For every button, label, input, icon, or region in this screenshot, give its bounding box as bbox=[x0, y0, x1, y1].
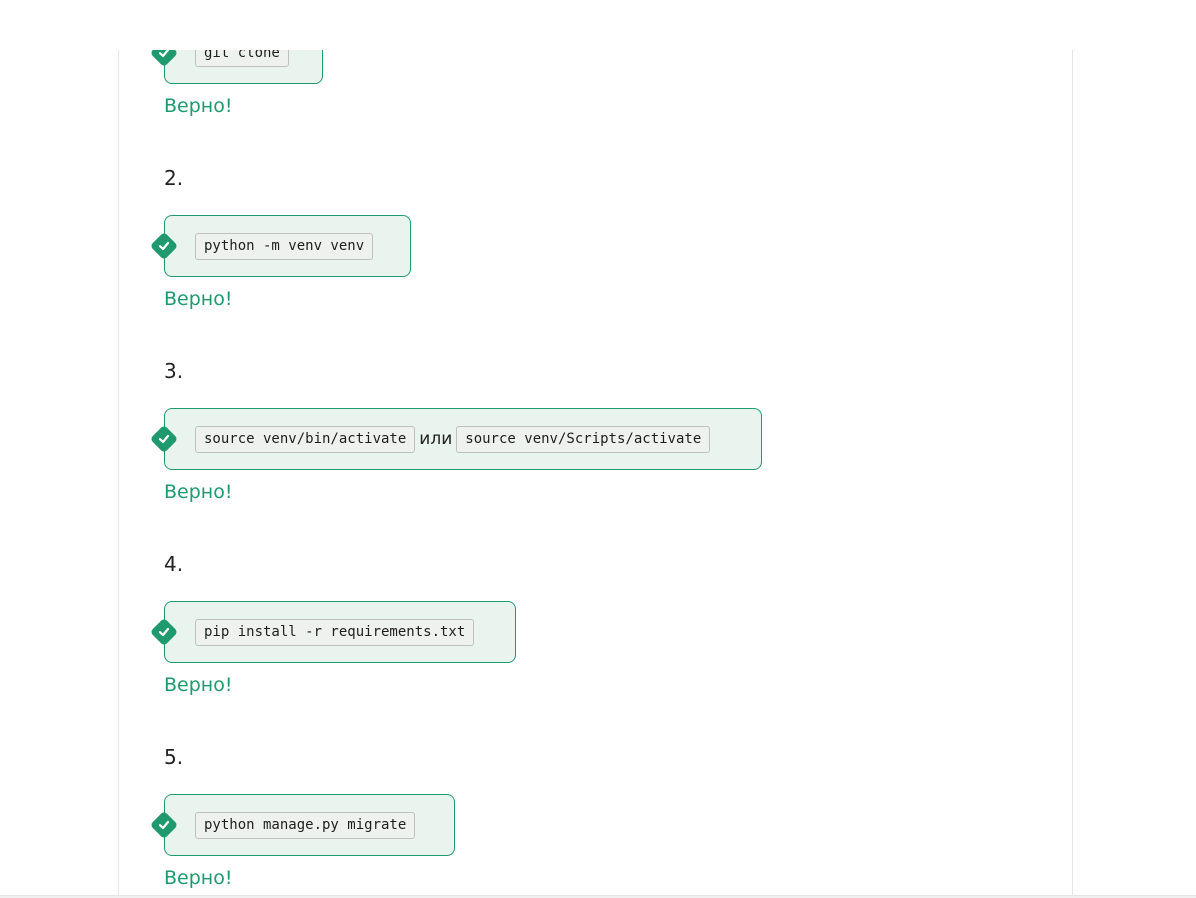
feedback-correct: Верно! bbox=[164, 867, 233, 889]
command-code: git clone bbox=[195, 50, 289, 67]
answer-box-step-1: git clone bbox=[149, 50, 323, 84]
check-icon bbox=[149, 810, 179, 840]
separator-text: или bbox=[419, 429, 453, 449]
answer-box-step-3: source venv/bin/activate или source venv… bbox=[149, 408, 762, 470]
feedback-correct: Верно! bbox=[164, 288, 233, 310]
step-number: 5. bbox=[164, 745, 184, 769]
quiz-card: git clone Верно! 2. python -m venv venv … bbox=[118, 50, 1073, 896]
command-code: pip install -r requirements.txt bbox=[195, 618, 475, 646]
check-icon bbox=[149, 50, 179, 68]
step-number: 2. bbox=[164, 166, 184, 190]
answer-box-step-4: pip install -r requirements.txt bbox=[149, 601, 516, 663]
feedback-correct: Верно! bbox=[164, 481, 233, 503]
step-number: 4. bbox=[164, 552, 184, 576]
step-number: 3. bbox=[164, 359, 184, 383]
answer-box-step-2: python -m venv venv bbox=[149, 215, 411, 277]
answer-box-step-5: python manage.py migrate bbox=[149, 794, 455, 856]
page: git clone Верно! 2. python -m venv venv … bbox=[0, 0, 1196, 898]
command-code: python -m venv venv bbox=[195, 232, 374, 260]
command-code: source venv/Scripts/activate bbox=[456, 425, 711, 453]
command-code: python manage.py migrate bbox=[195, 811, 416, 839]
check-icon bbox=[149, 231, 179, 261]
check-icon bbox=[149, 617, 179, 647]
check-icon bbox=[149, 424, 179, 454]
feedback-correct: Верно! bbox=[164, 95, 233, 117]
command-code: source venv/bin/activate bbox=[195, 425, 416, 453]
feedback-correct: Верно! bbox=[164, 674, 233, 696]
